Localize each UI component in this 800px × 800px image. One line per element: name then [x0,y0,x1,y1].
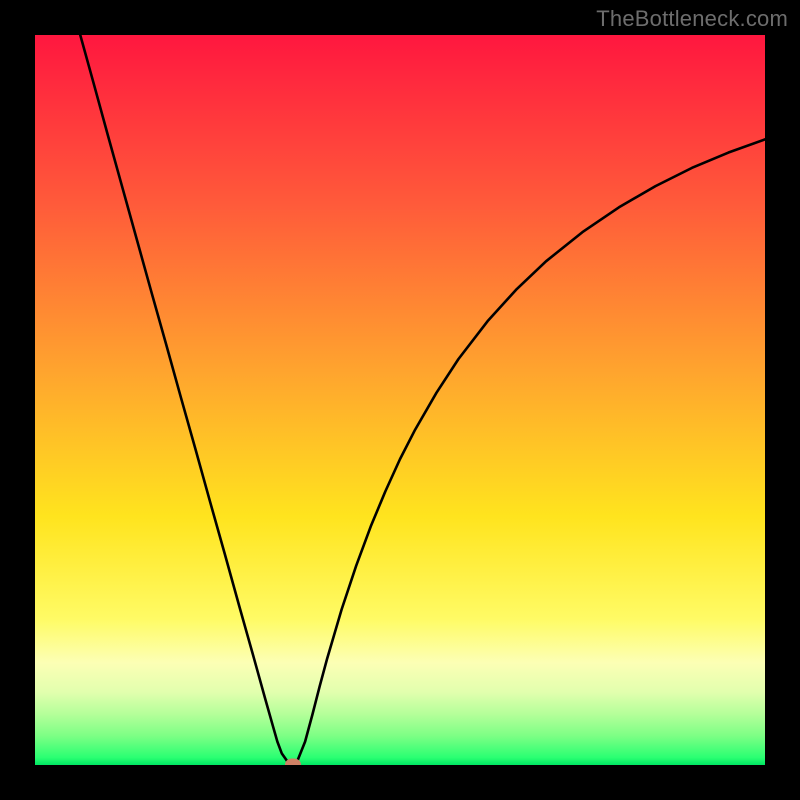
bottleneck-curve [35,35,765,765]
optimal-point-marker [285,759,301,766]
plot-area [35,35,765,765]
chart-frame: TheBottleneck.com [0,0,800,800]
watermark-text: TheBottleneck.com [596,6,788,32]
curve-path [80,35,765,765]
